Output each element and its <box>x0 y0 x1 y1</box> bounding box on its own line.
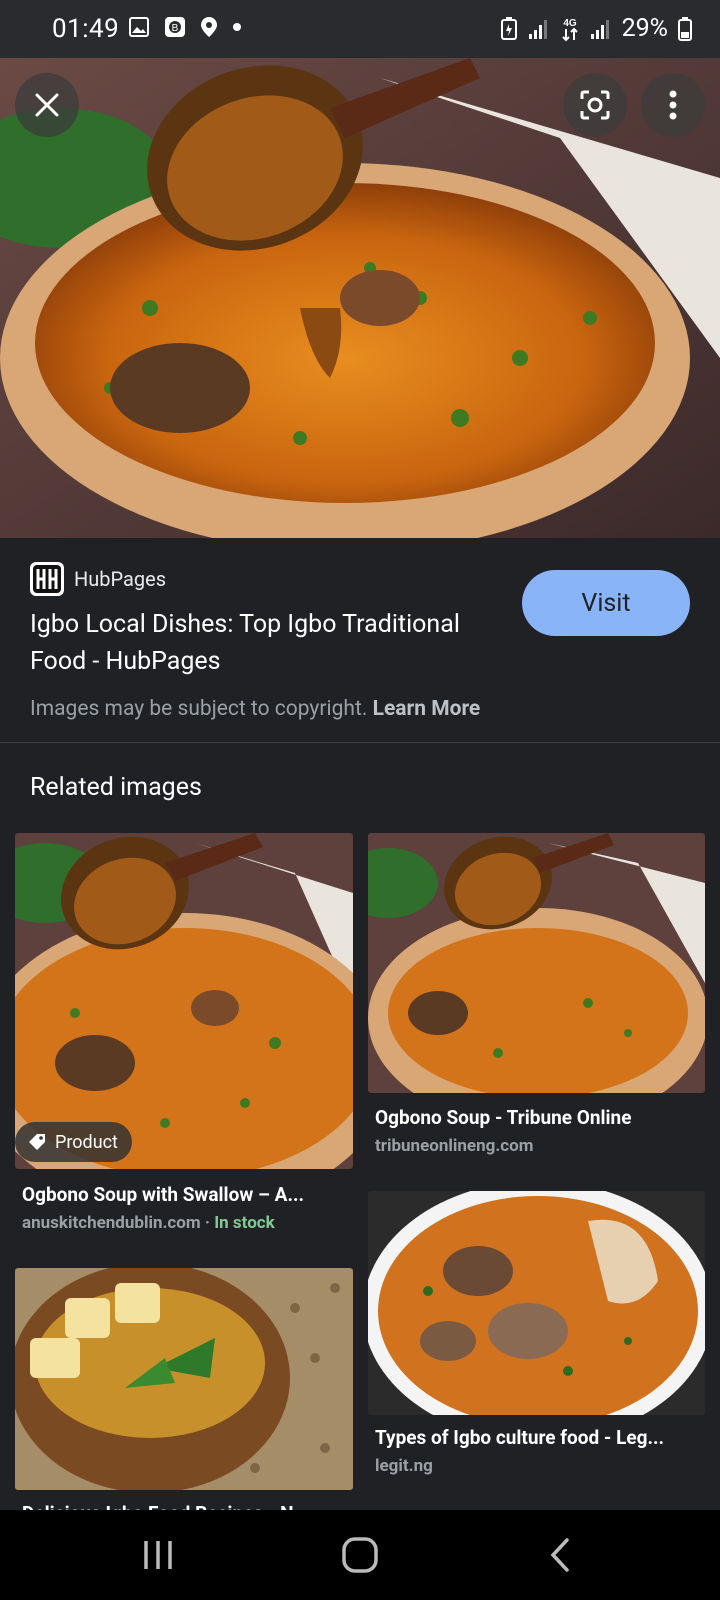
close-icon <box>35 93 59 117</box>
lens-button[interactable] <box>563 73 627 137</box>
battery-icon <box>678 16 692 41</box>
related-domain-2: tribuneonlineng.com <box>375 1136 534 1156</box>
svg-text:4G: 4G <box>563 18 577 29</box>
more-options-button[interactable] <box>641 73 705 137</box>
status-bar: 01:49 B 4G 29% <box>0 0 720 58</box>
copyright-text: Images may be subject to copyright. <box>30 697 368 721</box>
close-button[interactable] <box>15 73 79 137</box>
hubpages-logo-icon <box>30 562 64 596</box>
recents-icon <box>144 1541 172 1569</box>
domain-separator: · <box>204 1213 210 1233</box>
divider <box>0 742 720 743</box>
gallery-icon <box>129 17 149 37</box>
svg-text:B: B <box>172 23 179 34</box>
related-title-3[interactable]: Delicious Igbo Food Recipes - N... <box>22 1502 340 1510</box>
related-domain-1: anuskitchendublin.com · In stock <box>22 1213 275 1233</box>
app-notification-icon: B <box>165 17 185 37</box>
page-title[interactable]: Igbo Local Dishes: Top Igbo Traditional … <box>30 606 470 680</box>
system-icons: 4G 29% <box>500 14 692 43</box>
battery-percent: 29% <box>621 14 668 43</box>
home-icon <box>342 1537 378 1573</box>
navigation-bar <box>0 1510 720 1600</box>
signal-icon <box>528 19 547 39</box>
recents-button[interactable] <box>98 1510 218 1600</box>
related-image-2[interactable] <box>368 833 705 1093</box>
related-image-1[interactable] <box>15 833 353 1169</box>
signal-icon-2 <box>590 19 609 39</box>
product-badge: Product <box>15 1122 132 1162</box>
related-images-heading: Related images <box>30 773 202 802</box>
dot-icon <box>233 23 241 31</box>
related-domain-4: legit.ng <box>375 1456 433 1476</box>
learn-more-link[interactable]: Learn More <box>373 697 481 721</box>
domain-text: anuskitchendublin.com <box>22 1213 201 1233</box>
stock-status: In stock <box>214 1213 275 1233</box>
visit-button[interactable]: Visit <box>522 570 690 636</box>
hero-image[interactable] <box>0 58 720 538</box>
more-vert-icon <box>669 90 677 120</box>
back-icon <box>550 1538 569 1572</box>
battery-saver-icon <box>500 16 517 40</box>
source-name: HubPages <box>74 567 167 591</box>
related-title-2[interactable]: Ogbono Soup - Tribune Online <box>375 1106 695 1129</box>
network-4g-icon: 4G <box>561 18 578 41</box>
product-badge-label: Product <box>55 1131 118 1153</box>
related-title-1[interactable]: Ogbono Soup with Swallow – A... <box>22 1183 340 1206</box>
related-image-4[interactable] <box>368 1191 705 1415</box>
location-icon <box>201 17 217 37</box>
related-image-3[interactable] <box>15 1268 353 1490</box>
source-row[interactable]: HubPages <box>30 562 166 596</box>
home-button[interactable] <box>300 1510 420 1600</box>
tag-icon <box>29 1134 45 1150</box>
status-time: 01:49 <box>52 14 120 44</box>
notification-icons: B <box>128 16 242 38</box>
lens-icon <box>580 90 610 120</box>
related-title-4[interactable]: Types of Igbo culture food - Leg... <box>375 1426 695 1449</box>
copyright-notice: Images may be subject to copyright. Lear… <box>30 697 480 721</box>
back-button[interactable] <box>500 1510 620 1600</box>
